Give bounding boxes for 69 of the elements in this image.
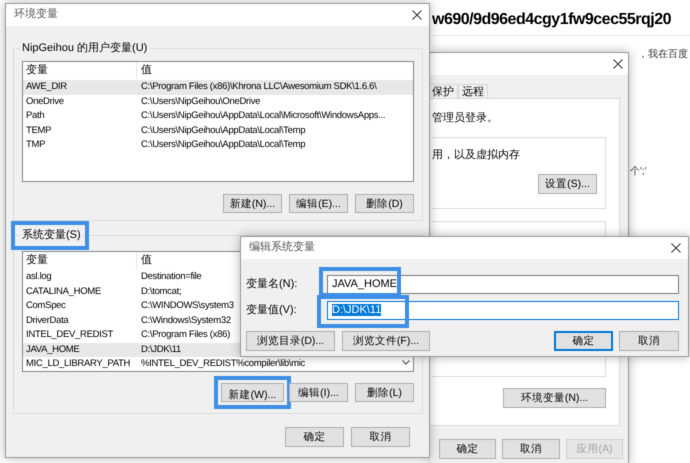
variable-name: MIC_LD_LIBRARY_PATH bbox=[25, 357, 132, 371]
variable-value: Destination=file bbox=[140, 270, 202, 284]
column-header: 变量 bbox=[23, 62, 137, 79]
list-row[interactable]: MIC_LD_LIBRARY_PATH %INTEL_DEV_REDIST%compiler\lib\mic bbox=[23, 357, 413, 372]
group-label: 系统变量(S) bbox=[22, 229, 81, 241]
dialog-button[interactable]: 取消 bbox=[351, 427, 410, 447]
variable-name: Path bbox=[25, 109, 46, 123]
variable-name: JAVA_HOME bbox=[25, 342, 80, 356]
column-header: 变量 bbox=[23, 252, 137, 269]
variable-value: C:\WINDOWS\system3 bbox=[140, 299, 234, 313]
variable-value: D:\JDK\11 bbox=[140, 342, 181, 356]
group-label: NipGeihou 的用户变量(U) bbox=[22, 42, 148, 54]
tab[interactable]: 保护 bbox=[430, 84, 458, 98]
variable-name: AWE_DIR bbox=[25, 80, 68, 94]
variable-name: INTEL_DEV_REDIST bbox=[25, 328, 114, 342]
list-button[interactable]: 编辑(E)... bbox=[289, 194, 348, 213]
variable-value: D:\tomcat; bbox=[140, 284, 182, 298]
dialog-button[interactable]: 取消 bbox=[619, 331, 679, 351]
list-row[interactable]: AWE_DIR C:\Program Files (x86)\Khrona LLC\Awesomium SDK\1.6.6\ bbox=[23, 80, 413, 94]
variable-value: C:\Users\NipGeihou\OneDrive bbox=[140, 94, 260, 108]
variable-value: C:\Windows\System32 bbox=[140, 314, 231, 328]
list-button[interactable]: 编辑(I)... bbox=[289, 383, 348, 402]
page-text: ，我在百度 bbox=[638, 49, 688, 61]
column-header: 值 bbox=[140, 253, 152, 268]
scroll-down-icon[interactable] bbox=[402, 360, 410, 365]
window-title: 环境变量 bbox=[14, 8, 58, 22]
settings-button[interactable]: 设置(S)... bbox=[538, 174, 597, 194]
page-text: 个';' bbox=[630, 166, 647, 178]
dialog-button[interactable]: 确定 bbox=[554, 331, 613, 351]
dialog-button[interactable]: 取消 bbox=[502, 439, 560, 459]
variable-name: ComSpec bbox=[25, 299, 67, 313]
description-text: 管理员登录。 bbox=[432, 112, 499, 126]
field-label: 变量名(N): bbox=[246, 278, 298, 292]
variable-name: asl.log bbox=[25, 270, 52, 284]
list-button[interactable]: 删除(D) bbox=[355, 194, 414, 213]
dialog-button[interactable]: 确定 bbox=[285, 427, 344, 447]
dialog-button[interactable]: 浏览目录(D)... bbox=[246, 331, 335, 351]
variable-name: CATALINA_HOME bbox=[25, 284, 102, 298]
list-button[interactable]: 删除(L) bbox=[355, 383, 414, 402]
field-label: 变量值(V): bbox=[246, 304, 298, 318]
variable-name: TMP bbox=[25, 138, 46, 152]
variable-value: C:\Program Files (x86) bbox=[140, 328, 230, 342]
variable-value: %INTEL_DEV_REDIST%compiler\lib\mic bbox=[140, 357, 306, 371]
group-text: 用，以及虚拟内存 bbox=[432, 149, 521, 162]
variable-value: C:\Users\NipGeihou\AppData\Local\Microsoft\WindowsApps... bbox=[140, 109, 386, 123]
list-row[interactable]: TEMP C:\Users\NipGeihou\AppData\Local\Temp bbox=[23, 124, 413, 138]
input-field[interactable]: JAVA_HOME bbox=[327, 275, 679, 294]
list-row[interactable]: Path C:\Users\NipGeihou\AppData\Local\Microsoft\WindowsApps... bbox=[23, 109, 413, 124]
variable-value: C:\Users\NipGeihou\AppData\Local\Temp bbox=[140, 138, 306, 152]
list-button[interactable]: 新建(W)... bbox=[214, 376, 291, 409]
variable-value: C:\Users\NipGeihou\AppData\Local\Temp bbox=[140, 124, 306, 138]
column-header: 值 bbox=[140, 63, 152, 78]
list-button[interactable]: 新建(N)... bbox=[223, 194, 282, 213]
dialog-button[interactable]: 确定 bbox=[439, 439, 496, 459]
variable-value: C:\Program Files (x86)\Khrona LLC\Awesomium SDK\1.6.6\ bbox=[140, 80, 376, 94]
dialog-button[interactable]: 浏览文件(F)... bbox=[342, 331, 430, 351]
close-icon[interactable] bbox=[671, 243, 681, 253]
close-icon[interactable] bbox=[412, 10, 422, 20]
page-heading: w690/9d96ed4cgy1fw9cec55rqj20 bbox=[432, 10, 690, 36]
variable-name: DriverData bbox=[25, 314, 70, 328]
variable-name: TEMP bbox=[25, 124, 52, 138]
list-row[interactable]: OneDrive C:\Users\NipGeihou\OneDrive bbox=[23, 94, 413, 109]
window-title: 编辑系统变量 bbox=[249, 241, 315, 255]
input-field[interactable]: D:\JDK\11 bbox=[327, 301, 679, 320]
variable-name: OneDrive bbox=[25, 94, 65, 108]
tab[interactable]: 远程 bbox=[458, 84, 488, 98]
list-row[interactable]: TMP C:\Users\NipGeihou\AppData\Local\Temp bbox=[23, 138, 413, 152]
close-icon[interactable] bbox=[613, 59, 623, 69]
environment-variables-button[interactable]: 环境变量(N)... bbox=[503, 388, 606, 408]
